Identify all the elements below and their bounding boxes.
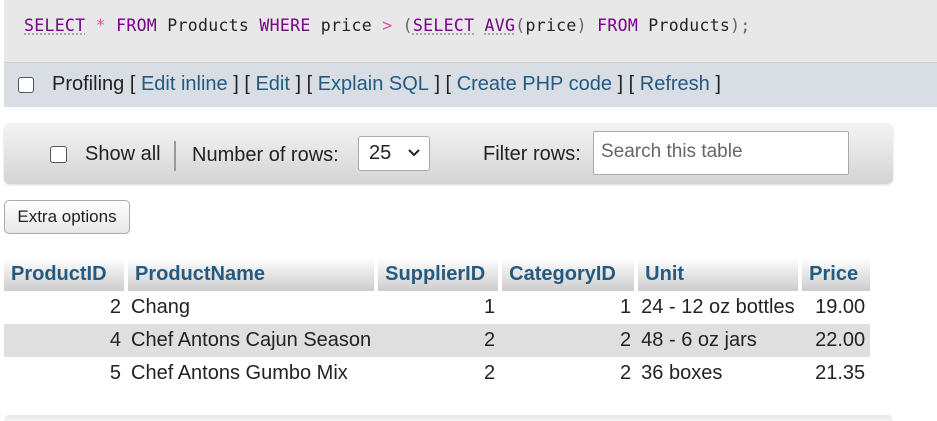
- sql-token: WHERE: [259, 16, 311, 35]
- profiling-label: Profiling: [52, 73, 125, 95]
- show-all-toggle[interactable]: Show all: [50, 143, 161, 166]
- sql-token: ): [730, 16, 741, 35]
- filter-rows-label: Filter rows:: [483, 143, 581, 165]
- cell-price[interactable]: 22.00: [800, 324, 871, 357]
- table-row: 4 Chef Antons Cajun Season 2 2 48 - 6 oz…: [4, 324, 871, 357]
- cell-price[interactable]: 21.35: [800, 357, 871, 390]
- chevron-down-icon: [407, 137, 421, 182]
- sql-token: Products: [638, 16, 731, 35]
- sql-token: >: [382, 16, 393, 35]
- sql-token: FROM: [597, 16, 639, 35]
- query-actions-bar: Profiling [ Edit inline ] [ Edit ] [ Exp…: [4, 62, 937, 107]
- table-header-row: ProductID ProductName SupplierID Categor…: [4, 258, 871, 291]
- sql-token: ;: [740, 16, 751, 35]
- column-header-unit[interactable]: Unit: [636, 258, 803, 291]
- sql-token: (: [515, 16, 526, 35]
- sql-token: *: [95, 16, 106, 35]
- sql-token: SELECT: [412, 16, 475, 35]
- edit-link[interactable]: Edit: [255, 73, 289, 96]
- cell-supplierid[interactable]: 1: [376, 291, 501, 324]
- sql-token: FROM: [116, 16, 158, 35]
- table-row: 5 Chef Antons Gumbo Mix 2 2 36 boxes 21.…: [4, 357, 871, 390]
- separator: [174, 141, 176, 171]
- table-navigation-bar: Show all Number of rows: 25 Filter rows:…: [4, 123, 893, 184]
- cell-price[interactable]: 19.00: [800, 291, 871, 324]
- table-row: 2 Chang 1 1 24 - 12 oz bottles 19.00: [4, 291, 871, 324]
- show-all-label: Show all: [85, 143, 161, 165]
- cell-categoryid[interactable]: 2: [500, 324, 637, 357]
- edit-inline-link[interactable]: Edit inline: [141, 73, 228, 96]
- profiling-checkbox[interactable]: [18, 76, 34, 93]
- sql-token: Products: [157, 16, 260, 35]
- cell-unit[interactable]: 36 boxes: [636, 357, 801, 390]
- cell-supplierid[interactable]: 2: [376, 324, 501, 357]
- column-header-price[interactable]: Price: [800, 258, 871, 291]
- sql-query-text: SELECT * FROM Products WHERE price > (SE…: [24, 16, 751, 35]
- number-of-rows-label: Number of rows:: [192, 144, 339, 166]
- cell-productid[interactable]: 2: [4, 291, 126, 324]
- bottom-navigation-bar-edge: [4, 415, 893, 421]
- column-header-productid[interactable]: ProductID: [4, 258, 128, 291]
- sql-token: price: [525, 16, 577, 35]
- sql-query-box: SELECT * FROM Products WHERE price > (SE…: [4, 0, 937, 62]
- extra-options-button[interactable]: Extra options: [4, 200, 130, 234]
- sql-token: price: [310, 16, 383, 35]
- sql-token: (: [402, 16, 413, 35]
- cell-productname[interactable]: Chef Antons Gumbo Mix: [126, 357, 377, 390]
- sql-token: AVG: [484, 16, 516, 35]
- cell-unit[interactable]: 48 - 6 oz jars: [636, 324, 801, 357]
- show-all-checkbox[interactable]: [50, 146, 67, 163]
- cell-productid[interactable]: 4: [4, 324, 126, 357]
- column-header-supplierid[interactable]: SupplierID: [376, 258, 503, 291]
- sql-token: ): [576, 16, 587, 35]
- sql-token: SELECT: [24, 16, 86, 35]
- cell-unit[interactable]: 24 - 12 oz bottles: [636, 291, 801, 324]
- filter-rows-input[interactable]: Search this table: [593, 131, 849, 175]
- rows-per-page-select[interactable]: 25: [358, 136, 430, 171]
- cell-categoryid[interactable]: 2: [500, 357, 637, 390]
- cell-categoryid[interactable]: 1: [500, 291, 637, 324]
- cell-productid[interactable]: 5: [4, 357, 126, 390]
- cell-productname[interactable]: Chef Antons Cajun Season: [126, 324, 377, 357]
- cell-supplierid[interactable]: 2: [376, 357, 501, 390]
- explain-sql-link[interactable]: Explain SQL: [318, 73, 429, 96]
- create-php-code-link[interactable]: Create PHP code: [457, 73, 612, 96]
- refresh-link[interactable]: Refresh: [640, 73, 710, 96]
- cell-productname[interactable]: Chang: [126, 291, 377, 324]
- results-table: ProductID ProductName SupplierID Categor…: [4, 258, 871, 390]
- rows-per-page-value: 25: [369, 142, 392, 164]
- column-header-categoryid[interactable]: CategoryID: [500, 258, 639, 291]
- column-header-productname[interactable]: ProductName: [126, 258, 379, 291]
